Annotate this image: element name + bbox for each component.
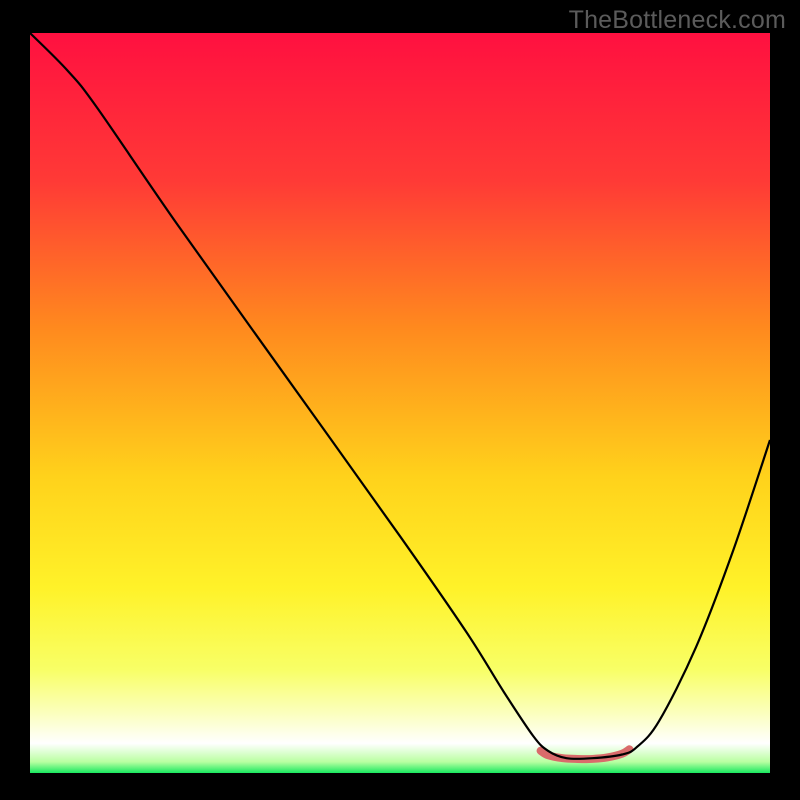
plot-background bbox=[30, 33, 770, 773]
chart-frame: TheBottleneck.com bbox=[0, 0, 800, 800]
watermark-label: TheBottleneck.com bbox=[569, 6, 786, 35]
bottleneck-chart bbox=[0, 0, 800, 800]
